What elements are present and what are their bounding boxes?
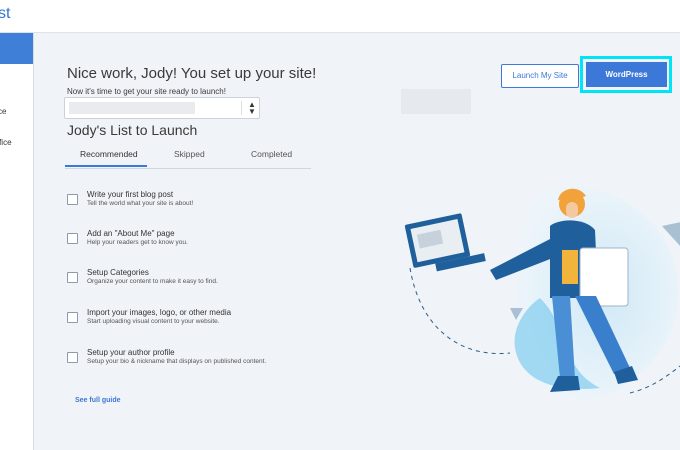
task-description: Tell the world what your site is about! bbox=[87, 200, 194, 207]
task-description: Setup your bio & nickname that displays … bbox=[87, 358, 267, 365]
person-with-laptop-illustration bbox=[404, 186, 680, 400]
launch-list-title: Jody's List to Launch bbox=[67, 122, 198, 138]
tab-bar: Recommended Skipped Completed bbox=[65, 146, 311, 169]
up-down-arrows-icon[interactable]: ▲ ▼ bbox=[248, 101, 256, 116]
task-title[interactable]: Setup your author profile bbox=[87, 348, 175, 357]
task-description: Help your readers get to know you. bbox=[87, 239, 188, 246]
main-content: Nice work, Jody! You set up your site! N… bbox=[34, 33, 680, 450]
sidebar-item-2[interactable]: ffice bbox=[0, 138, 12, 147]
page-subtitle: Now it's time to get your site ready to … bbox=[67, 87, 226, 96]
brand-logo-text[interactable]: st bbox=[0, 5, 10, 23]
task-description: Start uploading visual content to your w… bbox=[87, 318, 220, 325]
site-name-redacted bbox=[69, 102, 195, 114]
task-title[interactable]: Add an "About Me" page bbox=[87, 229, 175, 238]
top-bar: st bbox=[0, 0, 680, 33]
task-description: Organize your content to make it easy to… bbox=[87, 278, 218, 285]
task-checkbox[interactable] bbox=[67, 194, 78, 205]
task-title[interactable]: Write your first blog post bbox=[87, 190, 173, 199]
sidebar-item-active[interactable] bbox=[0, 33, 33, 64]
task-checkbox[interactable] bbox=[67, 312, 78, 323]
loading-placeholder bbox=[401, 89, 471, 114]
see-full-guide-link[interactable]: See full guide bbox=[75, 397, 121, 404]
sidebar-item-1[interactable]: ce bbox=[0, 107, 6, 116]
task-checkbox[interactable] bbox=[67, 272, 78, 283]
task-title[interactable]: Import your images, logo, or other media bbox=[87, 308, 231, 317]
launch-my-site-button[interactable]: Launch My Site bbox=[501, 64, 579, 88]
page-title: Nice work, Jody! You set up your site! bbox=[67, 65, 317, 82]
select-divider bbox=[241, 101, 242, 115]
wordpress-button[interactable]: WordPress bbox=[586, 62, 667, 87]
task-checkbox[interactable] bbox=[67, 352, 78, 363]
site-selector[interactable]: ▲ ▼ bbox=[64, 97, 260, 119]
tab-skipped[interactable]: Skipped bbox=[174, 149, 205, 159]
task-checkbox[interactable] bbox=[67, 233, 78, 244]
task-title[interactable]: Setup Categories bbox=[87, 268, 149, 277]
tab-completed[interactable]: Completed bbox=[251, 149, 292, 159]
active-tab-indicator bbox=[65, 165, 147, 167]
sidebar: ce ffice bbox=[0, 33, 34, 450]
tab-recommended[interactable]: Recommended bbox=[80, 149, 138, 159]
